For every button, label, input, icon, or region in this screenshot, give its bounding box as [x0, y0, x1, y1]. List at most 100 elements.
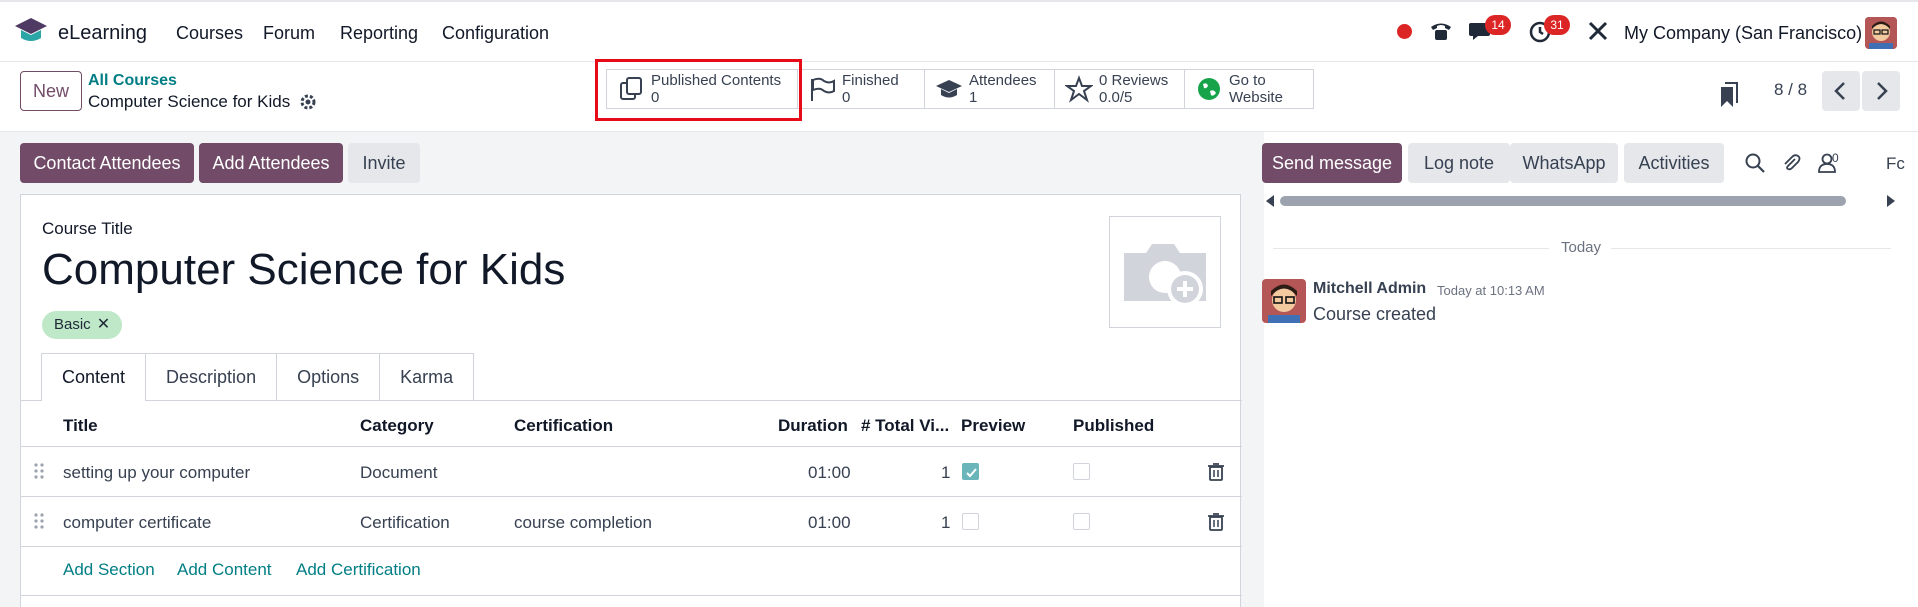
scroll-right-arrow-icon[interactable]	[1887, 195, 1895, 207]
add-certification-link[interactable]: Add Certification	[296, 560, 421, 580]
row-total-views[interactable]: 1	[941, 513, 950, 533]
highlight-box	[595, 59, 802, 121]
published-checkbox[interactable]	[1073, 463, 1090, 480]
invite-button[interactable]: Invite	[348, 143, 420, 183]
tag-label: Basic	[54, 316, 91, 333]
smart-button-label: Finished	[842, 72, 899, 89]
breadcrumb-all-courses[interactable]: All Courses	[88, 72, 177, 90]
chevron-right-icon	[1877, 82, 1888, 100]
header-divider	[21, 446, 1242, 447]
pager-previous-button[interactable]	[1822, 71, 1860, 111]
app-name[interactable]: eLearning	[58, 22, 147, 45]
course-image-upload[interactable]	[1109, 216, 1221, 328]
course-title-label: Course Title	[42, 219, 133, 238]
row-duration[interactable]: 01:00	[808, 463, 851, 483]
form-sheet: Course Title Computer Science for Kids B…	[20, 194, 1242, 607]
smart-button-value: 0.0/5	[1099, 89, 1133, 106]
send-message-button[interactable]: Send message	[1262, 143, 1402, 183]
new-button[interactable]: New	[20, 71, 82, 111]
trash-icon[interactable]	[1208, 513, 1224, 531]
star-icon	[1065, 75, 1093, 103]
column-header-published[interactable]: Published	[1073, 416, 1154, 436]
chevron-left-icon	[1834, 82, 1845, 100]
smart-button-go-to-website[interactable]: Go to Website	[1185, 69, 1314, 109]
control-panel: New All Courses Computer Science for Kid…	[0, 62, 1918, 132]
column-header-title[interactable]: Title	[63, 416, 98, 436]
row-certification[interactable]: course completion	[514, 513, 652, 533]
drag-handle-icon[interactable]	[33, 512, 45, 530]
phone-icon[interactable]	[1428, 18, 1454, 44]
recording-indicator-icon[interactable]	[1397, 24, 1412, 39]
smart-button-reviews[interactable]: 0 Reviews 0.0/5	[1055, 69, 1185, 109]
scroll-left-arrow-icon[interactable]	[1266, 195, 1274, 207]
add-content-link[interactable]: Add Content	[177, 560, 272, 580]
author-avatar-icon	[1262, 279, 1306, 323]
remove-tag-icon[interactable]: ✕	[97, 316, 110, 333]
message-timestamp: Today at 10:13 AM	[1437, 283, 1545, 298]
smart-button-label: Attendees	[969, 72, 1037, 89]
column-header-preview[interactable]: Preview	[961, 416, 1025, 436]
row-title[interactable]: setting up your computer	[63, 463, 250, 483]
row-duration[interactable]: 01:00	[808, 513, 851, 533]
messages-badge: 14	[1485, 15, 1511, 35]
contact-attendees-button[interactable]: Contact Attendees	[20, 143, 194, 183]
course-title-field[interactable]: Computer Science for Kids	[42, 245, 565, 295]
user-avatar[interactable]	[1865, 17, 1897, 49]
follow-button[interactable]: Fc	[1886, 154, 1905, 174]
globe-icon	[1198, 78, 1220, 100]
date-divider-left	[1273, 248, 1549, 249]
menu-configuration[interactable]: Configuration	[442, 23, 549, 44]
paperclip-icon[interactable]	[1780, 152, 1802, 174]
trash-icon[interactable]	[1208, 463, 1224, 481]
column-header-total-views[interactable]: # Total Vi...	[861, 416, 949, 436]
column-header-duration[interactable]: Duration	[778, 416, 848, 436]
camera-plus-icon	[1124, 244, 1206, 307]
smart-button-attendees[interactable]: Attendees 1	[925, 69, 1055, 109]
tools-icon[interactable]	[1585, 18, 1611, 44]
company-switcher[interactable]: My Company (San Francisco)	[1624, 23, 1862, 44]
elearning-logo-icon[interactable]	[14, 16, 48, 46]
menu-forum[interactable]: Forum	[263, 23, 315, 44]
row-title[interactable]: computer certificate	[63, 513, 211, 533]
tag-basic[interactable]: Basic ✕	[42, 311, 123, 339]
add-section-link[interactable]: Add Section	[63, 560, 155, 580]
activities-badge: 31	[1544, 15, 1570, 35]
breadcrumb-current-record: Computer Science for Kids	[88, 92, 291, 111]
preview-checkbox[interactable]	[962, 513, 979, 530]
pager-value[interactable]: 8 / 8	[1774, 80, 1807, 100]
smart-button-finished[interactable]: Finished 0	[798, 69, 925, 109]
date-separator: Today	[1561, 239, 1602, 256]
row-divider	[21, 595, 1242, 596]
row-total-views[interactable]: 1	[941, 463, 950, 483]
row-category[interactable]: Certification	[360, 513, 450, 533]
pager-next-button[interactable]	[1862, 71, 1900, 111]
tab-options[interactable]: Options	[277, 353, 381, 401]
row-category[interactable]: Document	[360, 463, 437, 483]
smart-button-label: 0 Reviews	[1099, 72, 1169, 89]
activities-button[interactable]: Activities	[1624, 143, 1724, 183]
smart-button-label: Go to	[1229, 72, 1266, 89]
row-divider	[21, 546, 1242, 547]
preview-checkbox[interactable]	[962, 463, 979, 480]
log-note-button[interactable]: Log note	[1408, 143, 1510, 183]
column-header-certification[interactable]: Certification	[514, 416, 613, 436]
gear-icon[interactable]	[298, 92, 318, 112]
checkmark-icon	[966, 468, 977, 478]
column-header-category[interactable]: Category	[360, 416, 434, 436]
tab-description[interactable]: Description	[146, 353, 278, 401]
tab-karma[interactable]: Karma	[380, 353, 475, 401]
horizontal-scrollbar[interactable]	[1280, 196, 1846, 206]
menu-courses[interactable]: Courses	[176, 23, 243, 44]
menu-reporting[interactable]: Reporting	[340, 23, 418, 44]
drag-handle-icon[interactable]	[33, 462, 45, 480]
form-tabs: Content Description Options Karma	[41, 353, 475, 401]
smart-button-value: Website	[1229, 89, 1283, 106]
tab-content[interactable]: Content	[41, 353, 147, 401]
search-icon[interactable]	[1744, 152, 1766, 174]
published-checkbox[interactable]	[1073, 513, 1090, 530]
message-author-avatar[interactable]	[1262, 279, 1306, 323]
whatsapp-button[interactable]: WhatsApp	[1510, 143, 1618, 183]
add-attendees-button[interactable]: Add Attendees	[199, 143, 343, 183]
message-author[interactable]: Mitchell Admin	[1313, 280, 1426, 298]
bookmark-icon[interactable]	[1718, 81, 1740, 109]
